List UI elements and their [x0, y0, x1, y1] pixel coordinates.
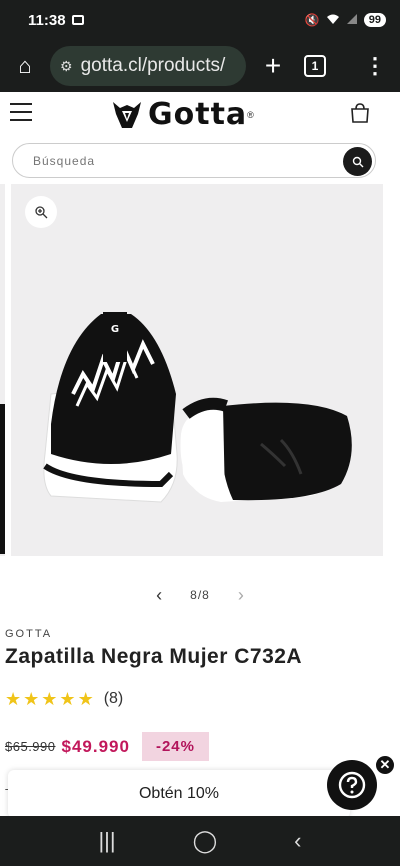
previous-slide-peek[interactable]: [0, 184, 5, 556]
product-vendor: GOTTA: [5, 628, 53, 640]
recent-apps-icon[interactable]: |||: [98, 828, 115, 854]
home-circle-icon[interactable]: ◯: [193, 828, 218, 854]
back-icon[interactable]: ‹: [294, 828, 301, 854]
registered-mark: ®: [247, 109, 254, 120]
sale-price: $49.990: [61, 736, 130, 756]
home-icon[interactable]: ⌂: [0, 53, 50, 79]
url-text: gotta.cl/products/: [80, 55, 226, 76]
status-bar: 11:38 🔇 99: [0, 0, 400, 40]
promo-banner[interactable]: Obtén 10%: [8, 770, 350, 818]
brand-name: Gotta: [148, 97, 248, 132]
system-navigation-bar: ||| ◯ ‹: [0, 816, 400, 866]
svg-text:G: G: [111, 324, 119, 335]
product-image[interactable]: G: [11, 184, 383, 556]
star-icon: ★: [77, 689, 94, 709]
review-count: (8): [103, 690, 124, 707]
mute-icon: 🔇: [304, 13, 320, 27]
tab-switcher-button[interactable]: 1: [304, 55, 326, 77]
previous-slide-button[interactable]: ‹: [156, 585, 162, 606]
discount-badge: -24%: [141, 732, 209, 761]
price-block: $65.990 $49.990 -24%: [5, 732, 209, 761]
search-bar: [12, 143, 376, 178]
star-icon: ★: [41, 689, 58, 709]
menu-icon[interactable]: [10, 103, 32, 123]
regular-price: $65.990: [5, 739, 56, 754]
help-button[interactable]: [327, 760, 377, 810]
address-bar[interactable]: ⚙ gotta.cl/products/: [50, 46, 246, 86]
site-settings-icon[interactable]: ⚙: [60, 58, 73, 75]
site-header: Gotta ®: [0, 93, 400, 138]
product-rating[interactable]: ★ ★ ★ ★ ★ (8): [5, 690, 123, 708]
slide-counter: 8/8: [190, 588, 210, 602]
battery-indicator: 99: [363, 13, 386, 27]
star-icon: ★: [5, 689, 22, 709]
star-icon: ★: [23, 689, 40, 709]
next-slide-button[interactable]: ›: [238, 585, 244, 606]
gotta-logo-icon: [113, 101, 141, 128]
star-icon: ★: [59, 689, 76, 709]
help-icon: [338, 771, 366, 799]
new-tab-button[interactable]: +: [246, 50, 300, 82]
search-button[interactable]: [343, 147, 372, 176]
browser-toolbar: ⌂ ⚙ gotta.cl/products/ + 1 ⋮: [0, 40, 400, 92]
sneaker-illustration: G: [43, 312, 352, 503]
product-gallery: G: [0, 184, 400, 556]
screen-record-icon: [71, 15, 84, 25]
signal-icon: [346, 13, 358, 28]
product-title: Zapatilla Negra Mujer C732A: [5, 645, 303, 668]
search-input[interactable]: [33, 153, 333, 168]
status-icons: 🔇 99: [305, 13, 386, 28]
search-icon: [352, 156, 363, 167]
site-logo[interactable]: Gotta ®: [110, 97, 254, 132]
gallery-pagination: ‹ 8/8 ›: [0, 582, 400, 608]
status-time: 11:38: [28, 11, 66, 29]
cart-icon[interactable]: [348, 101, 372, 125]
close-icon[interactable]: ✕: [374, 754, 396, 776]
wifi-icon: [326, 13, 340, 28]
browser-menu-icon[interactable]: ⋮: [350, 53, 400, 79]
